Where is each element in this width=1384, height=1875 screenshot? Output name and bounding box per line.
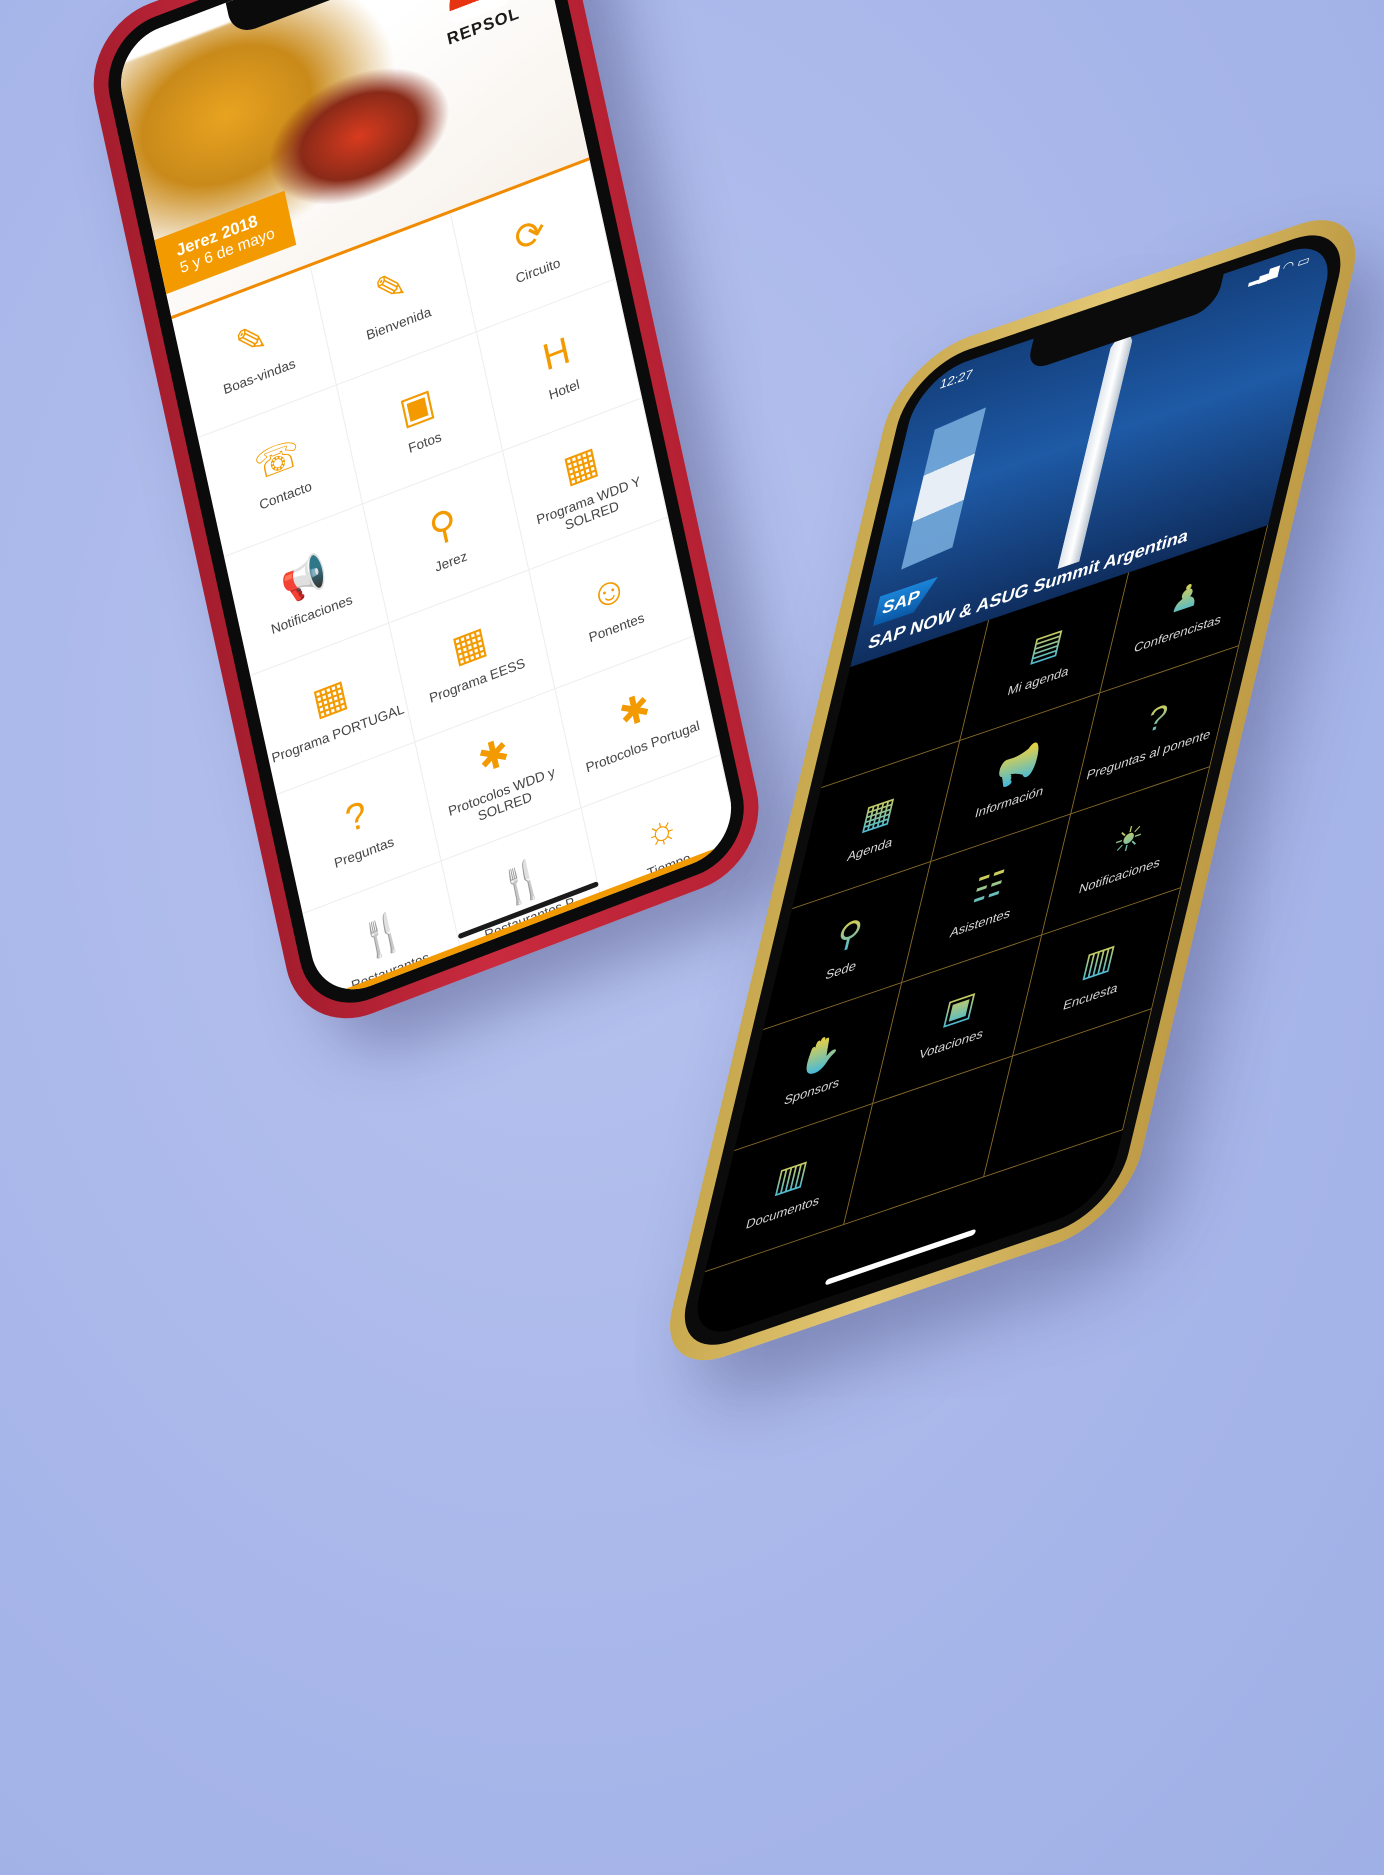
megaphone-icon: 📢 xyxy=(276,548,331,607)
menu-tile-label: Documentos xyxy=(744,1191,822,1232)
menu-tile-label: Boas-vindas xyxy=(221,354,297,397)
hotel-icon: H xyxy=(538,327,574,379)
menu-tile-label: Mi agenda xyxy=(1006,662,1071,699)
menu-tile-label: Agenda xyxy=(845,833,895,864)
edit-icon: ✎ xyxy=(371,260,411,314)
phone-icon: ☏ xyxy=(250,429,305,488)
menu-tile-label: Notificaciones xyxy=(269,590,354,637)
image-icon: ▣ xyxy=(395,378,439,433)
protocol-icon: ✱ xyxy=(474,729,514,782)
menu-tile-label: Preguntas xyxy=(332,833,396,871)
menu-tile-label: Sede xyxy=(824,956,859,983)
notification-icon: ☀ xyxy=(1108,815,1149,864)
obelisk-image xyxy=(1057,322,1137,569)
protocol-icon: ✱ xyxy=(615,683,655,737)
location-pin-icon: ⚲ xyxy=(832,910,867,958)
menu-tile-label: Sponsors xyxy=(782,1073,842,1108)
cutlery-icon: 🍴 xyxy=(355,905,410,964)
people-icon: ☷ xyxy=(969,862,1009,911)
documents-icon: ▥ xyxy=(770,1151,813,1201)
presenter-icon: ♟ xyxy=(1166,573,1207,622)
vote-screen-icon: ▣ xyxy=(939,983,981,1033)
question-icon: ? xyxy=(341,791,371,841)
argentina-flag-image xyxy=(901,407,986,570)
mobile-agenda-icon: ▤ xyxy=(1026,620,1068,670)
repsol-logo: REPSOL xyxy=(427,0,531,53)
calendar-icon: ▦ xyxy=(447,616,491,671)
circuit-icon: ⟳ xyxy=(510,207,550,261)
survey-icon: ▥ xyxy=(1078,935,1120,985)
menu-tile-label: Fotos xyxy=(406,428,443,456)
menu-tile-label: Bienvenida xyxy=(364,303,433,343)
menu-tile-label: Información xyxy=(973,782,1046,821)
menu-tile-label: Hotel xyxy=(547,375,581,403)
sun-icon: ☼ xyxy=(639,802,682,856)
menu-tile-label: Asistentes xyxy=(948,904,1013,940)
calendar-clock-icon: ▦ xyxy=(858,788,900,838)
sap-app-screen: 12:27 ▂▄▆ ◠ ▭ SAP SAP NOW & ASUG Summit … xyxy=(687,235,1338,1346)
calendar-icon: ▦ xyxy=(559,437,603,492)
menu-tile-label: Votaciones xyxy=(917,1024,985,1062)
calendar-icon: ▦ xyxy=(308,669,352,724)
location-pin-icon: ⚲ xyxy=(425,499,461,551)
gold-phone-mockup: 12:27 ▂▄▆ ◠ ▭ SAP SAP NOW & ASUG Summit … xyxy=(655,200,1370,1381)
speaker-icon: ☺ xyxy=(585,563,632,619)
menu-tile-label: Jerez xyxy=(433,547,469,575)
question-icon: ? xyxy=(1143,696,1172,741)
menu-tile-label: Encuesta xyxy=(1061,979,1120,1013)
red-phone-mockup: REPSOL Jerez 2018 5 y 6 de mayo ✎ Boas-vi… xyxy=(80,0,773,1040)
edit-icon: ✎ xyxy=(231,313,271,367)
